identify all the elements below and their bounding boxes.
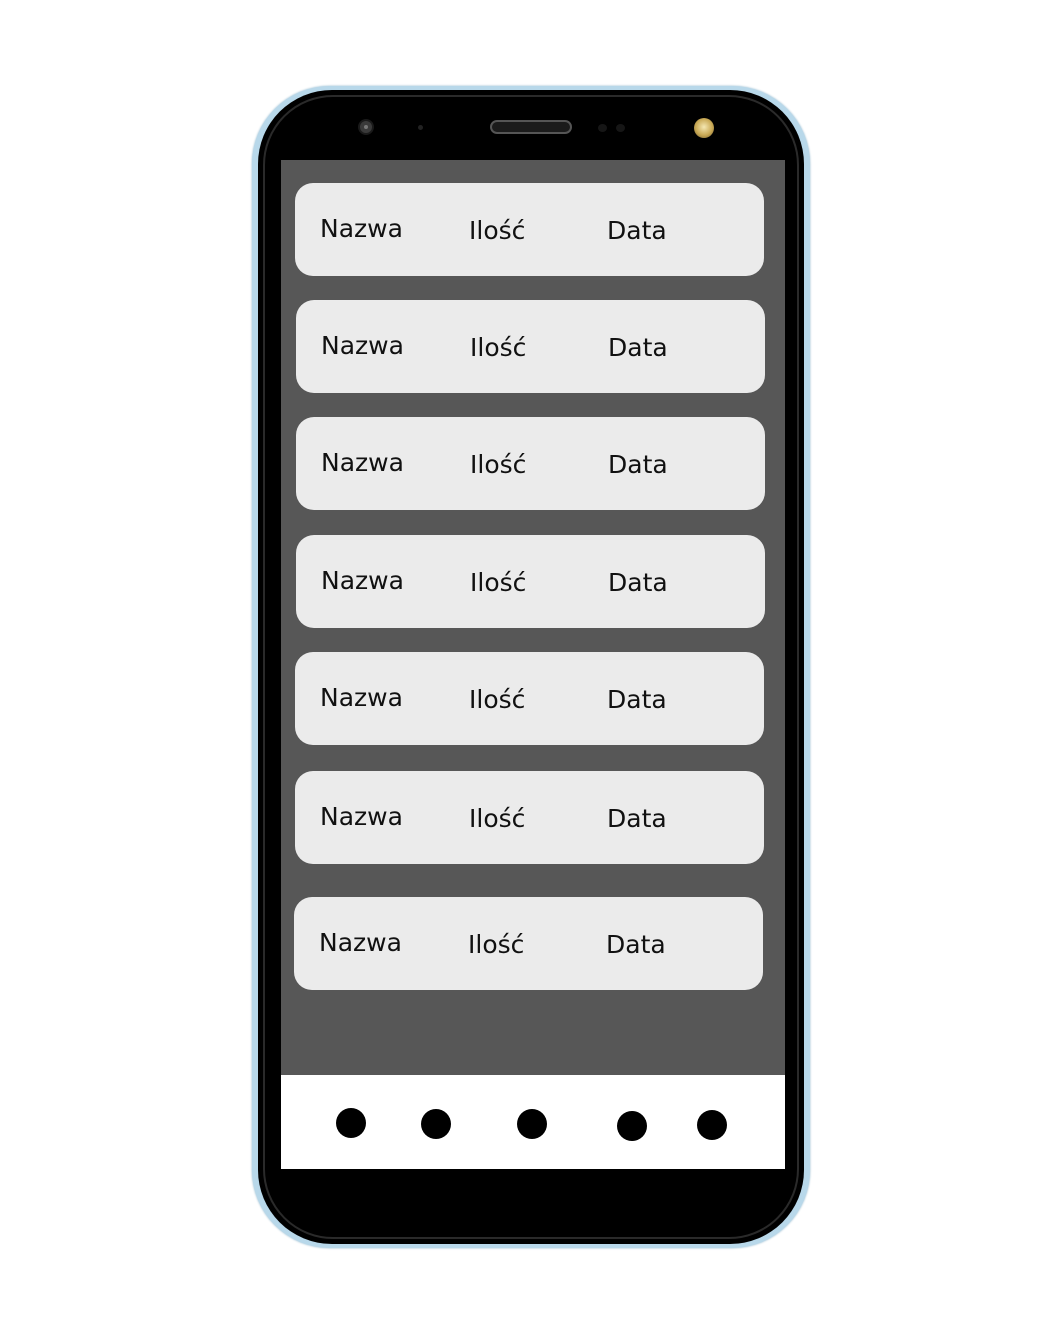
item-name: Nazwa xyxy=(320,683,403,712)
item-quantity: Ilość xyxy=(468,930,525,959)
item-quantity: Ilość xyxy=(470,450,527,479)
nav-dot-icon[interactable] xyxy=(421,1109,451,1139)
item-name: Nazwa xyxy=(321,448,404,477)
item-date: Data xyxy=(607,804,667,833)
list-item[interactable]: Nazwa Ilość Data xyxy=(296,300,765,393)
item-name: Nazwa xyxy=(319,928,402,957)
item-quantity: Ilość xyxy=(470,333,527,362)
flash-icon xyxy=(694,118,714,138)
item-quantity: Ilość xyxy=(470,568,527,597)
nav-dot-icon[interactable] xyxy=(517,1109,547,1139)
item-date: Data xyxy=(608,568,668,597)
item-date: Data xyxy=(608,333,668,362)
item-name: Nazwa xyxy=(320,802,403,831)
item-name: Nazwa xyxy=(321,566,404,595)
sensor-icon xyxy=(418,125,423,130)
app-screen: Nazwa Ilość Data Nazwa Ilość Data Nazwa … xyxy=(281,160,785,1169)
earpiece-speaker-icon xyxy=(490,120,572,134)
proximity-sensor-icon xyxy=(598,124,628,132)
item-date: Data xyxy=(607,685,667,714)
list-item[interactable]: Nazwa Ilość Data xyxy=(295,771,764,864)
list-item[interactable]: Nazwa Ilość Data xyxy=(296,417,765,510)
list-item[interactable]: Nazwa Ilość Data xyxy=(296,535,765,628)
list-item[interactable]: Nazwa Ilość Data xyxy=(294,897,763,990)
list-item[interactable]: Nazwa Ilość Data xyxy=(295,652,764,745)
item-date: Data xyxy=(606,930,666,959)
item-date: Data xyxy=(607,216,667,245)
bottom-navigation-bar xyxy=(281,1075,785,1169)
item-name: Nazwa xyxy=(321,331,404,360)
phone-mockup: Nazwa Ilość Data Nazwa Ilość Data Nazwa … xyxy=(0,0,1044,1334)
list-item[interactable]: Nazwa Ilość Data xyxy=(295,183,764,276)
item-quantity: Ilość xyxy=(469,685,526,714)
item-name: Nazwa xyxy=(320,214,403,243)
item-list: Nazwa Ilość Data Nazwa Ilość Data Nazwa … xyxy=(281,160,785,1075)
item-date: Data xyxy=(608,450,668,479)
nav-dot-icon[interactable] xyxy=(697,1110,727,1140)
item-quantity: Ilość xyxy=(469,804,526,833)
front-camera-icon xyxy=(358,119,374,135)
nav-dot-icon[interactable] xyxy=(336,1108,366,1138)
nav-dot-icon[interactable] xyxy=(617,1111,647,1141)
item-quantity: Ilość xyxy=(469,216,526,245)
